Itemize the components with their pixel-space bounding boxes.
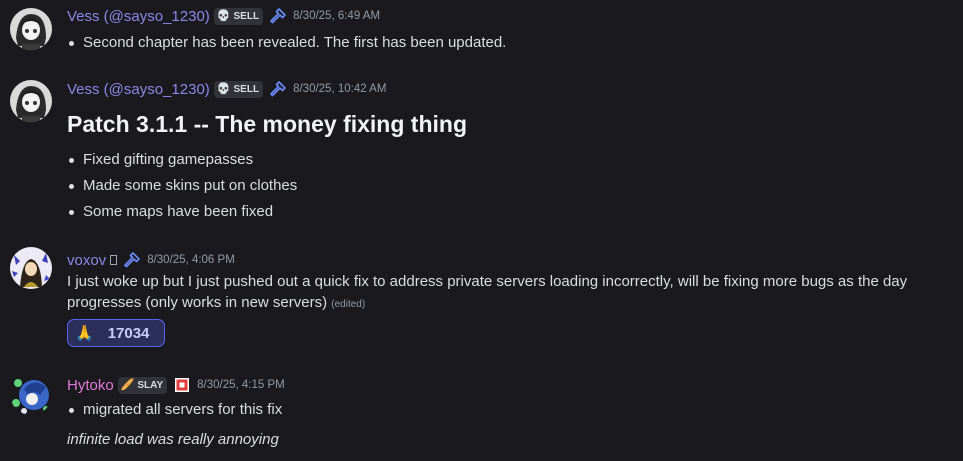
- timestamp[interactable]: 8/30/25, 4:06 PM: [147, 254, 235, 266]
- list-item: Some maps have been fixed: [67, 199, 297, 225]
- vess-avatar-image: [10, 8, 52, 50]
- message-header: Vess (@sayso_1230) 💀 SELL 8/30/25, 10:42…: [67, 79, 386, 99]
- bullet-list: migrated all servers for this fix: [67, 397, 282, 423]
- avatar[interactable]: [10, 373, 52, 415]
- bullet-list: Second chapter has been revealed. The fi…: [67, 30, 506, 56]
- avatar[interactable]: [10, 80, 52, 122]
- list-item: migrated all servers for this fix: [67, 397, 282, 423]
- hammer-icon[interactable]: [268, 6, 288, 26]
- vess-avatar-image: [10, 80, 52, 122]
- server-tag-label: SELL: [233, 83, 260, 95]
- list-item: Second chapter has been revealed. The fi…: [67, 30, 506, 56]
- server-tag-badge[interactable]: 🥖 SLAY: [117, 376, 168, 394]
- username[interactable]: Vess (@sayso_1230): [67, 8, 210, 25]
- skull-icon: 💀: [216, 82, 231, 95]
- username[interactable]: voxov: [67, 252, 106, 269]
- bullet-list: Fixed gifting gamepasses Made some skins…: [67, 147, 297, 225]
- username[interactable]: Hytoko: [67, 377, 114, 394]
- server-tag-badge[interactable]: 💀 SELL: [213, 80, 264, 98]
- message-header: Vess (@sayso_1230) 💀 SELL 8/30/25, 6:49 …: [67, 6, 380, 26]
- folded-hands-icon: 🙏: [75, 324, 94, 342]
- server-tag-badge[interactable]: 💀 SELL: [213, 7, 264, 25]
- list-item: Made some skins put on clothes: [67, 173, 297, 199]
- message-header: Hytoko 🥖 SLAY 8/30/25, 4:15 PM: [67, 375, 285, 395]
- bread-icon: 🥖: [120, 378, 135, 391]
- server-tag-label: SELL: [233, 10, 260, 22]
- server-tag-label: SLAY: [137, 379, 164, 391]
- unknown-glyph-icon: [110, 255, 118, 265]
- edited-label: (edited): [331, 299, 366, 310]
- italic-message-text: infinite load was really annoying: [67, 431, 279, 448]
- hammer-icon[interactable]: [268, 79, 288, 99]
- hytoko-avatar-image: [10, 373, 52, 415]
- message-header: voxov 8/30/25, 4:06 PM: [67, 250, 235, 270]
- message-heading: Patch 3.1.1 -- The money fixing thing: [67, 111, 467, 137]
- voxov-avatar-image: [10, 247, 52, 289]
- list-item: Fixed gifting gamepasses: [67, 147, 297, 173]
- reaction-count: 17034: [107, 324, 150, 342]
- avatar[interactable]: [10, 8, 52, 50]
- username[interactable]: Vess (@sayso_1230): [67, 81, 210, 98]
- message-content: I just woke up but I just pushed out a q…: [67, 271, 947, 315]
- timestamp[interactable]: 8/30/25, 4:15 PM: [197, 379, 285, 391]
- skull-icon: 💀: [216, 9, 231, 22]
- timestamp[interactable]: 8/30/25, 6:49 AM: [293, 10, 380, 22]
- timestamp[interactable]: 8/30/25, 10:42 AM: [293, 83, 386, 95]
- roblox-icon[interactable]: [172, 375, 192, 395]
- hammer-icon[interactable]: [122, 250, 142, 270]
- reaction-button[interactable]: 🙏 17034: [67, 319, 165, 347]
- avatar[interactable]: [10, 247, 52, 289]
- message-text: I just woke up but I just pushed out a q…: [67, 273, 908, 311]
- chat-message-list: Vess (@sayso_1230) 💀 SELL 8/30/25, 6:49 …: [0, 0, 963, 461]
